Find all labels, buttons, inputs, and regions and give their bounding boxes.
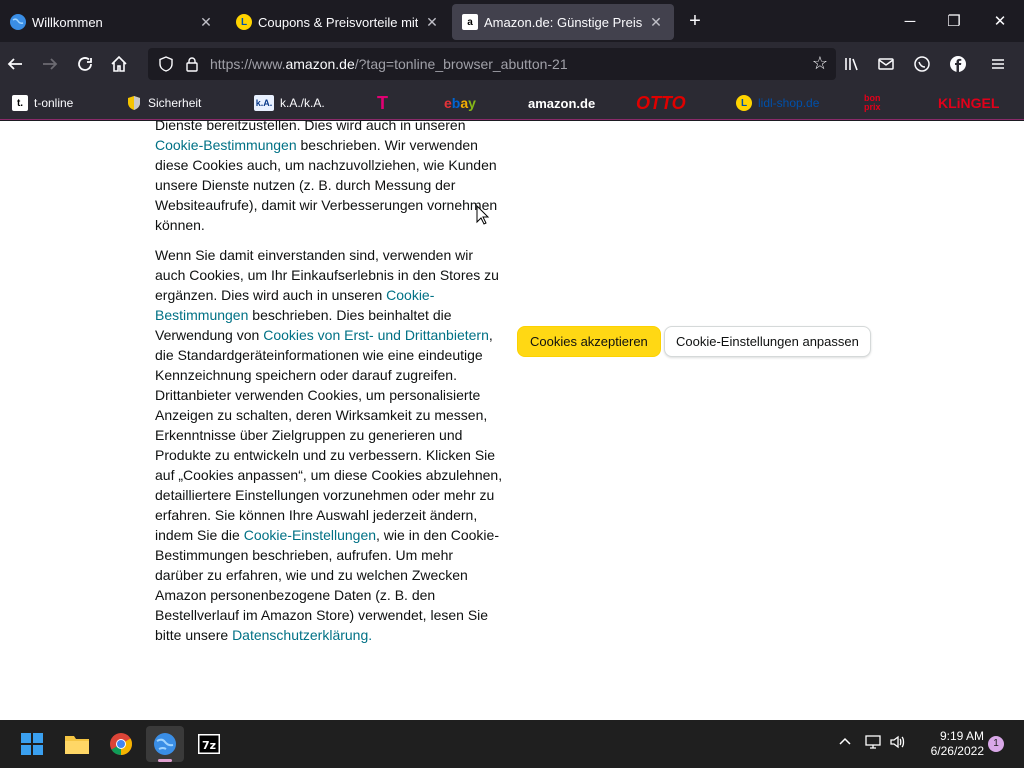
tab-lidl[interactable]: L Coupons & Preisvorteile mit LIDL ✕ (226, 4, 450, 40)
t-online-icon: t. (12, 95, 28, 111)
folder-icon (65, 736, 89, 754)
tab-willkommen[interactable]: Willkommen ✕ (0, 4, 224, 40)
bookmark-star-icon[interactable]: ☆ (812, 53, 828, 74)
accept-cookies-button[interactable]: Cookies akzeptieren (517, 326, 661, 357)
url-bar[interactable]: https://www.amazon.de/?tag=tonline_brows… (148, 48, 836, 80)
tab-strip: Willkommen ✕ L Coupons & Preisvorteile m… (0, 0, 1024, 42)
new-tab-button[interactable]: + (684, 10, 706, 32)
clock[interactable]: 9:19 AM 6/26/2022 (912, 729, 984, 759)
bookmark-amazon[interactable]: amazon.de (528, 94, 595, 112)
bookmark-t-online[interactable]: t. t-online (12, 94, 73, 112)
7zip-button[interactable]: 7z (190, 726, 228, 762)
bookmark-ebay[interactable]: ebay (444, 94, 476, 112)
bookmarks-toolbar: t. t-online Sicherheit k.A. k.A./k.A. T … (0, 86, 1024, 120)
chrome-button[interactable] (102, 726, 140, 762)
forward-button[interactable] (36, 50, 64, 78)
globe-icon (10, 14, 26, 30)
tab-title: Willkommen (32, 14, 103, 30)
amazon-icon: a (462, 14, 478, 30)
library-icon[interactable] (838, 50, 866, 78)
ka-icon: k.A. (254, 95, 274, 111)
clock-time: 9:19 AM (939, 729, 984, 743)
tab-title: Coupons & Preisvorteile mit LIDL (258, 14, 418, 30)
lidl-icon: L (736, 95, 752, 111)
globe-icon (154, 733, 176, 755)
amazon-logo: amazon.de (528, 95, 596, 111)
minimize-button[interactable]: ─ (888, 8, 932, 36)
volume-icon[interactable] (889, 734, 907, 754)
menu-icon[interactable] (984, 50, 1012, 78)
url-text[interactable]: https://www.amazon.de/?tag=tonline_brows… (210, 56, 568, 72)
back-button[interactable] (1, 50, 29, 78)
cookie-settings-link[interactable]: Cookie-Einstellungen (244, 527, 376, 543)
lock-icon[interactable] (184, 56, 200, 72)
file-explorer-button[interactable] (58, 726, 96, 762)
7zip-icon: 7z (198, 734, 220, 754)
restore-button[interactable]: ❐ (932, 8, 976, 36)
reload-button[interactable] (71, 50, 99, 78)
start-button[interactable] (13, 726, 51, 762)
network-icon[interactable] (864, 734, 882, 754)
bookmark-telekom[interactable]: T (377, 92, 388, 113)
facebook-icon[interactable] (944, 50, 972, 78)
cookie-bestimmungen-link[interactable]: Cookie-Bestimmungen (155, 137, 297, 153)
otto-logo: OTTO (636, 92, 686, 113)
chrome-icon (110, 733, 132, 755)
windows-icon (21, 733, 43, 755)
notification-badge[interactable]: 1 (988, 736, 1004, 752)
close-icon[interactable]: ✕ (424, 14, 440, 31)
third-party-cookies-link[interactable]: Cookies von Erst- und Drittanbietern (263, 327, 489, 343)
shield-icon (126, 95, 142, 111)
cookie-paragraph-2: Wenn Sie damit einverstanden sind, verwe… (155, 247, 503, 643)
navigation-bar: https://www.amazon.de/?tag=tonline_brows… (0, 42, 1024, 86)
tab-amazon[interactable]: a Amazon.de: Günstige Preise für ✕ (452, 4, 674, 40)
lidl-icon: L (236, 14, 252, 30)
home-button[interactable] (105, 50, 133, 78)
close-icon[interactable]: ✕ (648, 14, 664, 31)
page-content: Dienste bereitzustellen. Dies wird auch … (0, 121, 1024, 720)
clock-date: 6/26/2022 (930, 744, 984, 758)
svg-text:7z: 7z (202, 739, 216, 752)
browser-button[interactable] (146, 726, 184, 762)
privacy-policy-link[interactable]: Datenschutzerklärung (232, 627, 368, 643)
whatsapp-icon[interactable] (908, 50, 936, 78)
customize-cookies-button[interactable]: Cookie-Einstellungen anpassen (664, 326, 871, 357)
ebay-logo: ebay (444, 95, 476, 111)
mail-icon[interactable] (872, 50, 900, 78)
bookmark-bonprix[interactable]: bon prix (864, 94, 886, 112)
klingel-logo: KLiNGEL (938, 95, 1000, 111)
bookmark-klingel[interactable]: KLiNGEL (938, 94, 999, 112)
bookmark-ka[interactable]: k.A. k.A./k.A. (254, 94, 325, 112)
bookmark-otto[interactable]: OTTO (636, 92, 686, 113)
cookie-paragraph-1: Dienste bereitzustellen. Dies wird auch … (155, 121, 498, 233)
bookmark-lidl[interactable]: L lidl-shop.de (736, 94, 819, 112)
telekom-logo: T (377, 92, 388, 113)
close-icon[interactable]: ✕ (198, 14, 214, 31)
mouse-cursor-icon (476, 205, 490, 225)
shield-icon[interactable] (158, 56, 174, 72)
taskbar: 7z 9:19 AM 6/26/2022 1 (0, 720, 1024, 768)
close-window-button[interactable]: ✕ (978, 8, 1022, 36)
bookmark-sicherheit[interactable]: Sicherheit (126, 94, 201, 112)
tab-title: Amazon.de: Günstige Preise für (484, 14, 642, 30)
bonprix-logo: bon prix (864, 93, 881, 112)
cookie-notice-text: Dienste bereitzustellen. Dies wird auch … (155, 121, 505, 655)
chevron-up-icon[interactable] (838, 734, 852, 752)
